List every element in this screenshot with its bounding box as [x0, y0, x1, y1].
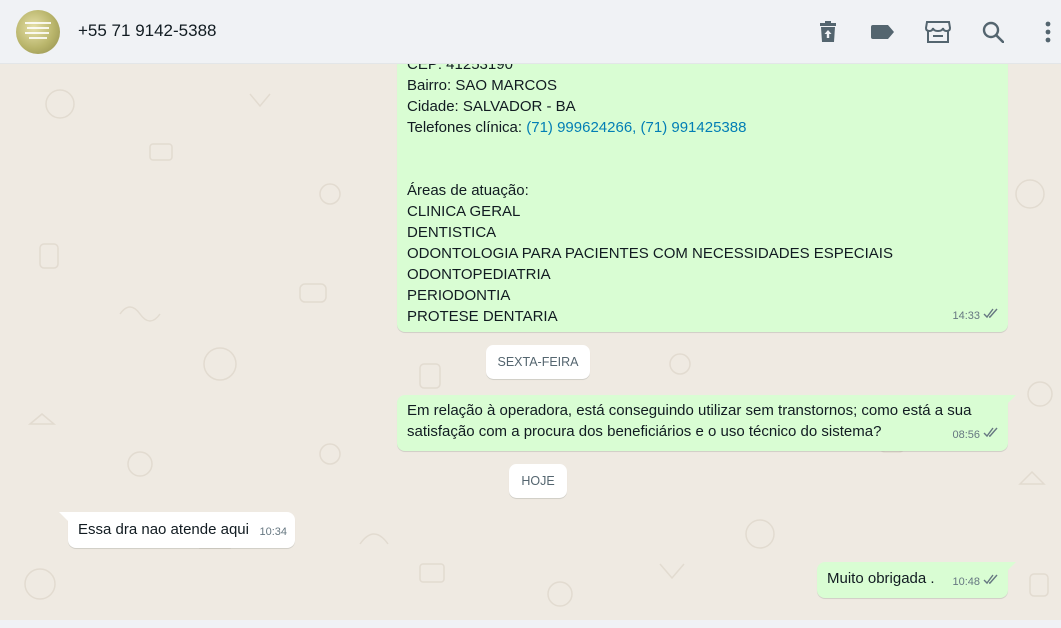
contact-name[interactable]: +55 71 9142-5388	[78, 21, 217, 41]
composer-bar	[0, 620, 1061, 628]
message-text: Essa dra nao atende aqui	[78, 521, 249, 538]
message-line: CEP: 41253190	[407, 64, 513, 73]
area-item: ODONTOPEDIATRIA	[407, 266, 551, 283]
areas-title: Áreas de atuação:	[407, 182, 529, 199]
read-ticks-icon	[983, 572, 1000, 593]
message-line: Cidade: SALVADOR - BA	[407, 98, 576, 115]
message-line: Em relação à operadora, está conseguindo…	[407, 402, 972, 419]
area-item: ODONTOLOGIA PARA PACIENTES COM NECESSIDA…	[407, 245, 893, 262]
chat-header: +55 71 9142-5388	[0, 0, 1061, 64]
message-text: Em relação à operadora, está conseguindo…	[407, 400, 971, 442]
area-item: PROTESE DENTARIA	[407, 308, 558, 325]
contact-avatar[interactable]	[16, 10, 60, 54]
store-icon[interactable]	[923, 17, 953, 47]
message-bubble-outgoing[interactable]: Em relação à operadora, está conseguindo…	[397, 395, 1008, 451]
message-meta: 10:48	[952, 572, 1000, 593]
message-line: Bairro: SAO MARCOS	[407, 77, 558, 94]
area-item: DENTISTICA	[407, 224, 497, 241]
date-chip-label: HOJE	[521, 474, 555, 488]
date-chip: HOJE	[509, 464, 567, 498]
chat-area[interactable]: CEP: 41253190 Bairro: SAO MARCOS Cidade:…	[0, 64, 1061, 620]
message-time: 10:48	[952, 576, 980, 588]
date-chip: SEXTA-FEIRA	[486, 345, 590, 379]
read-ticks-icon	[983, 306, 1000, 327]
area-item: PERIODONTIA	[407, 287, 511, 304]
phone-link[interactable]: (71) 999624266	[526, 119, 632, 136]
message-line-phones: Telefones clínica: (71) 999624266, (71) …	[407, 117, 893, 138]
message-text: CEP: 41253190 Bairro: SAO MARCOS Cidade:…	[407, 64, 893, 327]
message-time: 08:56	[952, 429, 980, 441]
phone-link[interactable]: (71) 991425388	[641, 119, 747, 136]
phone-separator: ,	[632, 119, 641, 136]
label-icon[interactable]	[868, 17, 898, 47]
bubble-tail	[1006, 562, 1016, 572]
message-text: Muito obrigada .	[827, 570, 935, 587]
date-chip-label: SEXTA-FEIRA	[497, 355, 579, 369]
message-meta: 14:33	[952, 306, 1000, 327]
message-meta: 08:56	[952, 425, 1000, 446]
message-line: satisfação com a procura dos beneficiári…	[407, 423, 882, 440]
search-icon[interactable]	[978, 17, 1008, 47]
bubble-tail	[1006, 395, 1016, 405]
message-meta: 10:34	[259, 522, 287, 543]
delete-icon[interactable]	[813, 17, 843, 47]
message-bubble-incoming[interactable]: Essa dra nao atende aqui 10:34	[68, 512, 295, 548]
bubble-tail	[59, 512, 69, 522]
message-time: 10:34	[259, 526, 287, 538]
menu-icon[interactable]	[1033, 17, 1061, 47]
message-bubble-outgoing[interactable]: CEP: 41253190 Bairro: SAO MARCOS Cidade:…	[397, 64, 1008, 332]
message-time: 14:33	[952, 310, 980, 322]
area-item: CLINICA GERAL	[407, 203, 521, 220]
read-ticks-icon	[983, 425, 1000, 446]
message-bubble-outgoing[interactable]: Muito obrigada . 10:48	[817, 562, 1008, 598]
phones-label: Telefones clínica:	[407, 119, 527, 136]
